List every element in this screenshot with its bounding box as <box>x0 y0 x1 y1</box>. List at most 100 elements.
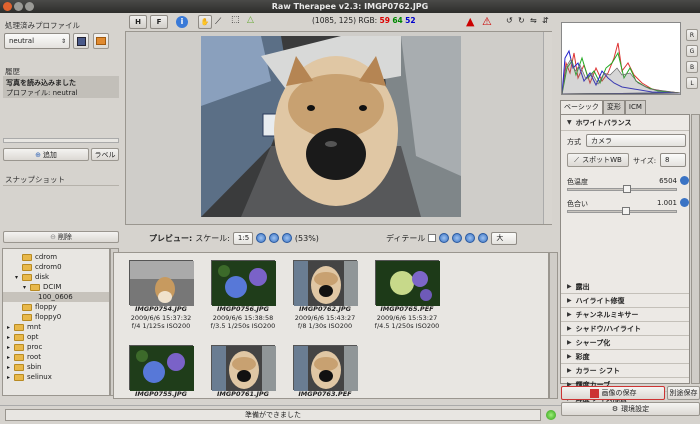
thumbnail-image[interactable] <box>375 260 440 306</box>
scale-select[interactable]: 1:5 <box>232 231 253 245</box>
hist-right-toggle[interactable]: F <box>150 15 168 29</box>
tree-item[interactable]: ▾ disk <box>3 272 109 282</box>
detail-zoom-fit-icon[interactable] <box>452 233 463 243</box>
expander-icon[interactable]: ▾ <box>15 274 22 281</box>
preview-vscrollbar[interactable] <box>543 32 552 224</box>
tool-section[interactable]: ▶ チャンネルミキサー <box>561 308 689 322</box>
thumbnail-image[interactable] <box>211 345 276 391</box>
detail-zoom-in-icon[interactable] <box>465 233 476 243</box>
straighten-icon[interactable]: △ <box>247 15 254 25</box>
thumbnail-image[interactable] <box>129 345 194 391</box>
tool-section[interactable]: ▶ シャープ化 <box>561 336 689 350</box>
add-snapshot-button[interactable]: ⊕ 追加 <box>3 148 89 161</box>
detail-zoom-100-icon[interactable] <box>478 233 489 243</box>
reset-temp-icon[interactable] <box>680 176 689 185</box>
tab-basic[interactable]: ベーシック <box>560 100 603 114</box>
preferences-button[interactable]: ⚙ 環境設定 <box>561 402 700 416</box>
thumbnail-item[interactable]: IMGP0756.JPG 2009/6/6 15:38:58 f/3.5 1/250… <box>202 260 284 331</box>
tree-item[interactable]: ▸ proc <box>3 342 109 352</box>
hist-left-toggle[interactable]: H <box>129 15 147 29</box>
temp-slider[interactable] <box>567 185 677 193</box>
tree-item[interactable]: ▾ DCIM <box>3 282 109 292</box>
tree-item[interactable]: floppy <box>3 302 109 312</box>
thumbnail-image[interactable] <box>211 260 276 306</box>
flip-h-icon[interactable]: ⇋ <box>530 16 537 25</box>
hist-channel-button[interactable]: B <box>686 61 698 73</box>
history-item[interactable]: プロファイル: neutral <box>6 88 116 98</box>
reset-tint-icon[interactable] <box>680 198 689 207</box>
hist-channel-button[interactable]: L <box>686 77 698 89</box>
maximize-window-button[interactable] <box>25 2 34 11</box>
browser-scrollbar[interactable] <box>549 252 558 399</box>
thumbnail-item[interactable]: IMGP0761.JPG <box>202 345 284 398</box>
rotate-right-icon[interactable]: ↻ <box>518 16 525 25</box>
hist-channel-button[interactable]: G <box>686 45 698 57</box>
shadow-clip-warning-icon[interactable]: ▲ <box>466 15 474 28</box>
thumbnail-image[interactable] <box>129 260 194 306</box>
tint-slider-thumb[interactable] <box>622 207 630 215</box>
delete-snapshot-button[interactable]: ⊖ 削除 <box>3 231 119 243</box>
expander-icon[interactable]: ▸ <box>7 344 14 351</box>
info-icon[interactable]: i <box>176 16 188 28</box>
expander-icon[interactable]: ▸ <box>7 324 14 331</box>
temp-slider-thumb[interactable] <box>623 185 631 193</box>
thumbnail-item[interactable]: IMGP0754.JPG 2009/6/6 15:37:32 f/4 1/125s … <box>120 260 202 331</box>
expander-icon[interactable]: ▾ <box>23 284 30 291</box>
tool-section[interactable]: ▶ 露出 <box>561 280 689 294</box>
tab-icm[interactable]: ICM <box>624 100 646 114</box>
preview-image[interactable] <box>201 36 461 217</box>
detail-zoom-out-icon[interactable] <box>439 233 450 243</box>
tree-item[interactable]: ▸ opt <box>3 332 109 342</box>
tool-section[interactable]: ▶ シャドウ/ハイライト <box>561 322 689 336</box>
save-image-button[interactable]: 画像の保存 <box>561 386 665 400</box>
thumbnail-image[interactable] <box>293 345 358 391</box>
tree-item[interactable]: cdrom <box>3 252 109 262</box>
minimize-window-button[interactable] <box>14 2 23 11</box>
tree-item[interactable]: 100_0606 <box>3 292 109 302</box>
flip-v-icon[interactable]: ⇵ <box>542 16 549 25</box>
spot-wb-button[interactable]: ⟋ スポットWB <box>567 153 629 167</box>
tint-slider[interactable] <box>567 207 677 215</box>
detail-select[interactable]: 大 <box>491 231 518 245</box>
expander-icon[interactable]: ▸ <box>7 334 14 341</box>
queue-save-button[interactable]: 別途保存 <box>667 386 700 400</box>
thumbnail-item[interactable]: IMGP0762.JPG 2009/6/6 15:43:27 f/8 1/30s I… <box>284 260 366 331</box>
tree-item[interactable]: ▸ sbin <box>3 362 109 372</box>
color-picker-icon[interactable]: ⟋ <box>215 17 221 27</box>
section-white-balance[interactable]: ▼ ホワイトバランス <box>561 115 689 131</box>
profile-select[interactable]: neutral ⇕ <box>4 33 70 49</box>
zoom-in-icon[interactable] <box>281 233 292 243</box>
spot-size-select[interactable]: 8 <box>660 153 686 167</box>
thumbnail-item[interactable]: IMGP0755.JPG <box>120 345 202 398</box>
tree-item[interactable]: ▸ mnt <box>3 322 109 332</box>
load-profile-button[interactable] <box>93 33 109 49</box>
expander-icon[interactable]: ▸ <box>7 364 14 371</box>
zoom-fit-icon[interactable] <box>268 233 279 243</box>
thumbnail-item[interactable]: IMGP0763.PEF <box>284 345 366 398</box>
history-item[interactable]: 写真を読み込みました <box>6 78 116 88</box>
expander-icon[interactable]: ▸ <box>7 374 14 381</box>
tab-transform[interactable]: 変形 <box>602 100 625 114</box>
tool-section[interactable]: ▶ ハイライト修復 <box>561 294 689 308</box>
expander-icon[interactable]: ▸ <box>7 354 14 361</box>
tool-scrollbar[interactable] <box>691 114 700 384</box>
rotate-left-icon[interactable]: ↺ <box>506 16 513 25</box>
label-button[interactable]: ラベル <box>91 148 119 161</box>
hist-channel-button[interactable]: R <box>686 29 698 41</box>
crop-icon[interactable]: ⬚ <box>231 15 240 25</box>
tool-section[interactable]: ▶ 彩度 <box>561 350 689 364</box>
tree-item[interactable]: ▸ selinux <box>3 372 109 382</box>
tree-item[interactable]: floppy0 <box>3 312 109 322</box>
save-profile-button[interactable] <box>73 33 89 49</box>
hand-tool-button[interactable]: ✋ <box>198 15 212 29</box>
highlight-clip-warning-icon[interactable]: ⚠ <box>482 15 492 28</box>
tree-item[interactable]: cdrom0 <box>3 262 109 272</box>
zoom-out-icon[interactable] <box>255 233 266 243</box>
thumbnail-item[interactable]: IMGP0765.PEF 2009/6/6 15:53:27 f/4.5 1/250… <box>366 260 448 331</box>
tree-item[interactable]: ▸ root <box>3 352 109 362</box>
thumbnail-image[interactable] <box>293 260 358 306</box>
tool-section[interactable]: ▶ カラー シフト <box>561 364 689 378</box>
close-window-button[interactable] <box>3 2 12 11</box>
history-scrollbar[interactable] <box>3 138 119 143</box>
detail-checkbox[interactable] <box>428 234 437 242</box>
